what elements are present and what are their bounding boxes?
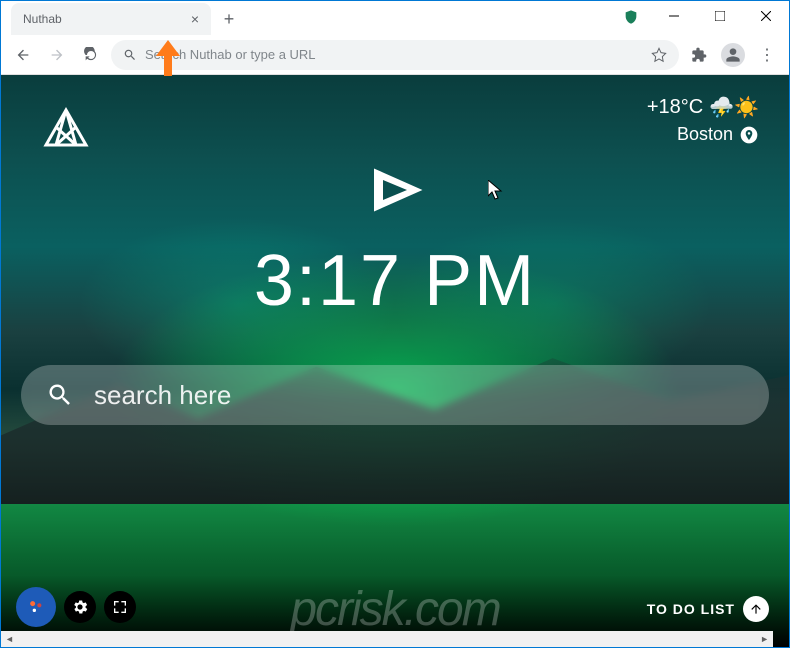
settings-button[interactable]	[64, 591, 96, 623]
weather-icon: ⛈️☀️	[709, 95, 759, 120]
address-bar[interactable]	[111, 40, 679, 70]
arrow-up-icon	[743, 596, 769, 622]
maximize-button[interactable]	[697, 1, 743, 31]
menu-button[interactable]: ⋮	[753, 41, 781, 69]
location-pin-icon	[739, 125, 759, 145]
logo-icon	[41, 105, 91, 155]
titlebar: Nuthab × +	[1, 1, 789, 35]
clock-display: 3:17 PM	[254, 240, 536, 322]
close-button[interactable]	[743, 1, 789, 31]
toolbar: ⋮	[1, 35, 789, 75]
tab-title: Nuthab	[23, 12, 62, 26]
extensions-icon[interactable]	[685, 41, 713, 69]
shield-icon	[623, 9, 639, 25]
search-input[interactable]	[94, 380, 744, 411]
browser-tab[interactable]: Nuthab ×	[11, 3, 211, 35]
star-icon[interactable]	[651, 47, 667, 63]
search-icon	[123, 48, 137, 62]
play-button[interactable]	[365, 165, 425, 215]
page-content: +18°C ⛈️☀️ Boston 3:17 PM TO DO LIST pcr…	[1, 75, 789, 647]
window-controls	[651, 1, 789, 31]
todo-button[interactable]: TO DO LIST	[647, 596, 769, 622]
horizontal-scrollbar[interactable]	[1, 631, 773, 647]
todo-label: TO DO LIST	[647, 601, 735, 617]
search-widget[interactable]	[21, 365, 769, 425]
forward-button[interactable]	[43, 41, 71, 69]
search-icon	[46, 381, 74, 409]
weather-temperature: +18°C	[647, 96, 703, 119]
new-tab-button[interactable]: +	[215, 5, 243, 33]
fullscreen-button[interactable]	[104, 591, 136, 623]
apps-button[interactable]	[16, 587, 56, 627]
browser-window: Nuthab × + ⋮ +18°C ⛈️☀️	[0, 0, 790, 648]
tab-close-icon[interactable]: ×	[191, 11, 199, 27]
back-button[interactable]	[9, 41, 37, 69]
avatar-icon	[721, 43, 745, 67]
address-input[interactable]	[145, 47, 643, 62]
bottom-controls	[16, 587, 136, 627]
minimize-button[interactable]	[651, 1, 697, 31]
weather-widget[interactable]: +18°C ⛈️☀️ Boston	[647, 95, 759, 145]
profile-button[interactable]	[719, 41, 747, 69]
weather-location: Boston	[677, 124, 733, 145]
reload-button[interactable]	[77, 41, 105, 69]
